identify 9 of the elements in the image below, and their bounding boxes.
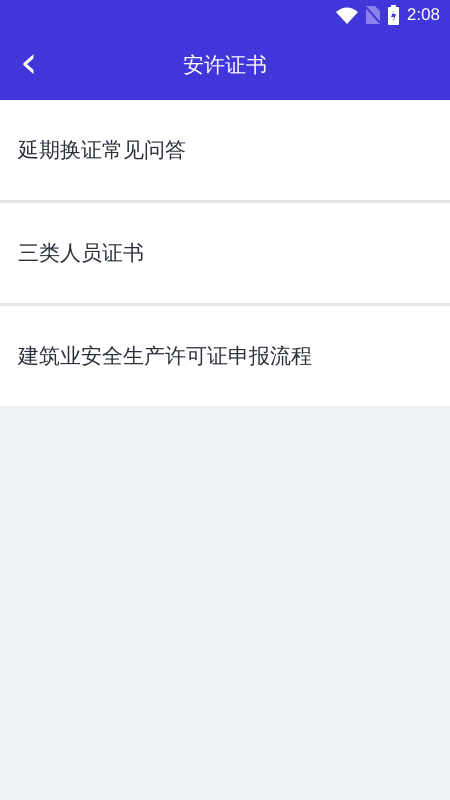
no-sim-icon [366, 6, 380, 24]
list-item[interactable]: 建筑业安全生产许可证申报流程 [0, 306, 450, 406]
list-item[interactable]: 延期换证常见问答 [0, 100, 450, 203]
back-button[interactable]: ‹ [14, 45, 44, 87]
battery-charging-icon [388, 5, 399, 25]
wifi-icon [336, 6, 358, 24]
page-title: 安许证书 [183, 52, 267, 79]
list-item[interactable]: 三类人员证书 [0, 203, 450, 306]
status-time: 2:08 [406, 5, 440, 25]
